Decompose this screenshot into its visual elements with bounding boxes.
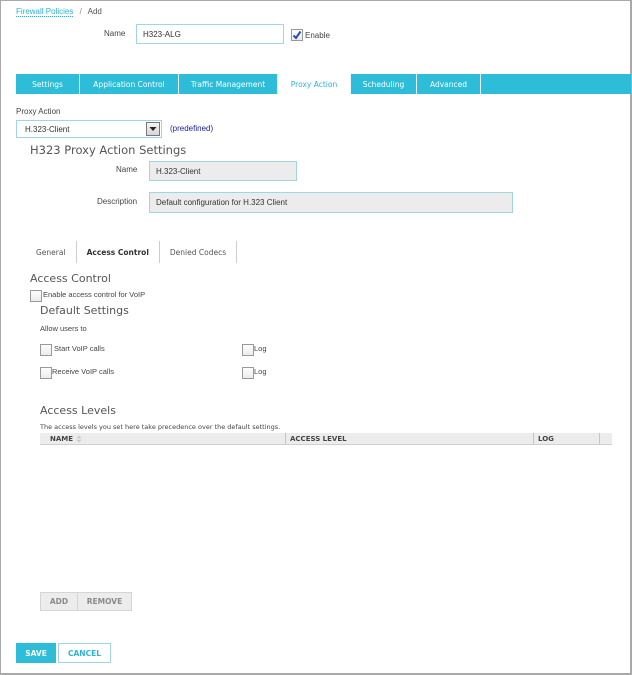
start-voip-checkbox[interactable] [40,344,52,356]
tab-scheduling[interactable]: Scheduling [351,74,417,94]
subtab-general[interactable]: General [30,241,77,263]
start-voip-option: Start VoIP calls [40,344,105,356]
proxy-action-label: Proxy Action [16,107,61,116]
column-header-filler [600,433,612,444]
subtab-access-control[interactable]: Access Control [77,241,160,263]
start-voip-label: Start VoIP calls [54,344,105,353]
settings-name-input[interactable]: H.323-Client [149,161,297,181]
policy-name-label: Name [104,29,126,38]
settings-description-value: Default configuration for H.323 Client [156,198,288,207]
default-settings-title: Default Settings [40,304,129,317]
enable-access-control-label: Enable access control for VoIP [43,290,146,299]
save-button[interactable]: SAVE [16,643,56,663]
breadcrumb-firewall-policies-link[interactable]: Firewall Policies [16,7,74,17]
settings-title: H323 Proxy Action Settings [30,143,187,157]
column-header-access-level[interactable]: ACCESS LEVEL [286,433,534,444]
subtab-denied-codecs[interactable]: Denied Codecs [160,241,238,263]
breadcrumb-current: Add [87,7,102,16]
enable-access-control-checkbox[interactable] [30,290,42,302]
proxy-action-selected-value: H.323-Client [25,125,70,134]
enable-label: Enable [305,30,330,40]
receive-voip-label: Receive VoIP calls [52,367,114,376]
tab-traffic-management[interactable]: Traffic Management [179,74,278,94]
receive-voip-log-label: Log [254,367,267,376]
column-log-label: LOG [538,434,554,443]
sub-tab-bar: General Access Control Denied Codecs [30,241,238,263]
access-levels-table-body [40,446,612,576]
policy-name-value: H323-ALG [143,29,181,39]
start-voip-log-checkbox[interactable] [242,344,254,356]
tab-settings[interactable]: Settings [16,74,80,94]
settings-description-label: Description [97,197,138,206]
allow-users-label: Allow users to [40,324,87,333]
access-levels-table-header: NAME ACCESS LEVEL LOG [40,433,612,445]
column-header-name[interactable]: NAME [40,433,286,444]
tab-proxy-action[interactable]: Proxy Action [278,72,351,94]
receive-voip-checkbox[interactable] [40,367,52,379]
dropdown-button[interactable] [146,122,160,136]
settings-name-value: H.323-Client [156,166,201,176]
column-header-log[interactable]: LOG [534,433,600,444]
cancel-button[interactable]: CANCEL [58,643,111,663]
column-name-label: NAME [50,434,74,443]
receive-voip-option: Receive VoIP calls [40,367,114,379]
enable-access-control-group: Enable access control for VoIP [30,290,145,302]
column-access-level-label: ACCESS LEVEL [290,434,347,443]
main-tab-bar: Settings Application Control Traffic Man… [16,72,631,94]
receive-voip-log-option: Log [242,367,267,379]
access-levels-title: Access Levels [40,404,116,417]
add-button[interactable]: ADD [40,592,78,611]
sort-icon [76,435,82,442]
remove-button[interactable]: REMOVE [77,592,132,611]
start-voip-log-option: Log [242,344,267,356]
settings-description-input[interactable]: Default configuration for H.323 Client [149,192,513,213]
enable-checkbox[interactable] [291,29,303,41]
breadcrumb-separator: / [79,7,82,16]
receive-voip-log-checkbox[interactable] [242,367,254,379]
access-control-title: Access Control [30,272,111,285]
breadcrumb: Firewall Policies / Add [16,7,102,17]
enable-checkbox-group: Enable [291,29,330,41]
settings-name-label: Name [116,165,138,174]
tab-advanced[interactable]: Advanced [417,74,481,94]
checkmark-icon [292,30,302,40]
policy-name-input[interactable]: H323-ALG [136,24,284,44]
access-levels-description: The access levels you set here take prec… [40,423,281,431]
proxy-action-select[interactable]: H.323-Client [16,120,162,138]
start-voip-log-label: Log [254,344,267,353]
chevron-down-icon [149,127,157,131]
predefined-note: (predefined) [170,124,214,133]
tab-application-control[interactable]: Application Control [80,74,179,94]
